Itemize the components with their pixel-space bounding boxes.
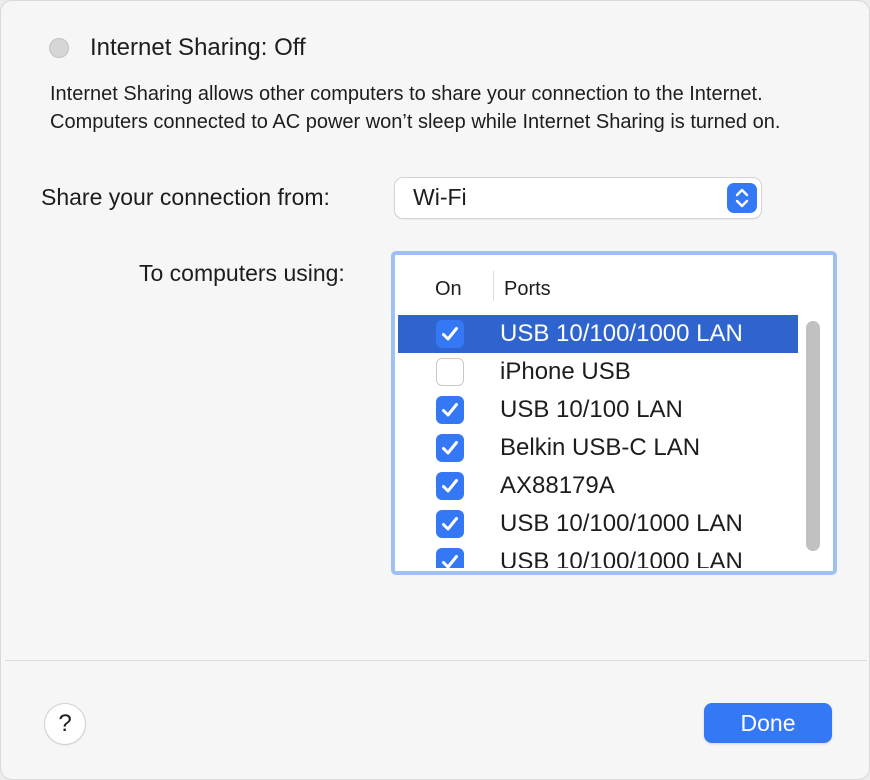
list-header: On Ports xyxy=(398,258,830,312)
share-from-label: Share your connection from: xyxy=(41,184,330,210)
done-button[interactable]: Done xyxy=(704,703,832,743)
list-scrollbar[interactable] xyxy=(806,321,820,551)
column-header-ports[interactable]: Ports xyxy=(504,278,551,301)
port-row[interactable]: AX88179A xyxy=(398,467,798,505)
port-row[interactable]: USB 10/100/1000 LAN xyxy=(398,315,798,353)
port-checkbox[interactable] xyxy=(436,548,464,568)
checkmark-icon xyxy=(442,327,458,341)
port-row[interactable]: USB 10/100 LAN xyxy=(398,391,798,429)
ports-list[interactable]: On Ports USB 10/100/1000 LAN iPhone USB US… xyxy=(391,251,837,575)
to-computers-label: To computers using: xyxy=(139,260,345,286)
port-checkbox[interactable] xyxy=(436,510,464,538)
up-down-chevron-icon xyxy=(727,183,757,213)
checkmark-icon xyxy=(442,441,458,455)
port-label: Belkin USB-C LAN xyxy=(500,434,701,461)
port-label: USB 10/100 LAN xyxy=(500,396,683,423)
port-row[interactable]: Belkin USB-C LAN xyxy=(398,429,798,467)
port-label: USB 10/100/1000 LAN xyxy=(500,510,743,537)
status-indicator-icon xyxy=(49,38,69,58)
help-button[interactable]: ? xyxy=(45,704,85,744)
status-row: Internet Sharing: Off xyxy=(49,33,306,63)
port-label: AX88179A xyxy=(500,472,615,499)
port-row[interactable]: USB 10/100/1000 LAN xyxy=(398,543,798,568)
checkmark-icon xyxy=(442,403,458,417)
port-checkbox[interactable] xyxy=(436,434,464,462)
port-checkbox[interactable] xyxy=(436,320,464,348)
internet-sharing-sheet: Internet Sharing: Off Internet Sharing a… xyxy=(0,0,870,780)
share-from-popup[interactable]: Wi-Fi xyxy=(395,178,761,218)
footer-divider xyxy=(5,660,867,661)
port-checkbox[interactable] xyxy=(436,472,464,500)
column-header-on[interactable]: On xyxy=(435,278,462,301)
port-checkbox[interactable] xyxy=(436,358,464,386)
ports-list-content: On Ports USB 10/100/1000 LAN iPhone USB US… xyxy=(398,258,830,568)
column-separator xyxy=(493,271,494,301)
description-text: Internet Sharing allows other computers … xyxy=(50,83,781,133)
checkmark-icon xyxy=(442,555,458,568)
port-label: USB 10/100/1000 LAN xyxy=(500,548,743,568)
port-label: USB 10/100/1000 LAN xyxy=(500,320,743,347)
ports-rows: USB 10/100/1000 LAN iPhone USB USB 10/100 … xyxy=(398,315,798,568)
share-from-value: Wi-Fi xyxy=(413,184,467,210)
port-row[interactable]: iPhone USB xyxy=(398,353,798,391)
port-label: iPhone USB xyxy=(500,358,631,385)
port-checkbox[interactable] xyxy=(436,396,464,424)
port-row[interactable]: USB 10/100/1000 LAN xyxy=(398,505,798,543)
checkmark-icon xyxy=(442,479,458,493)
status-title: Internet Sharing: Off xyxy=(90,34,306,61)
checkmark-icon xyxy=(442,517,458,531)
